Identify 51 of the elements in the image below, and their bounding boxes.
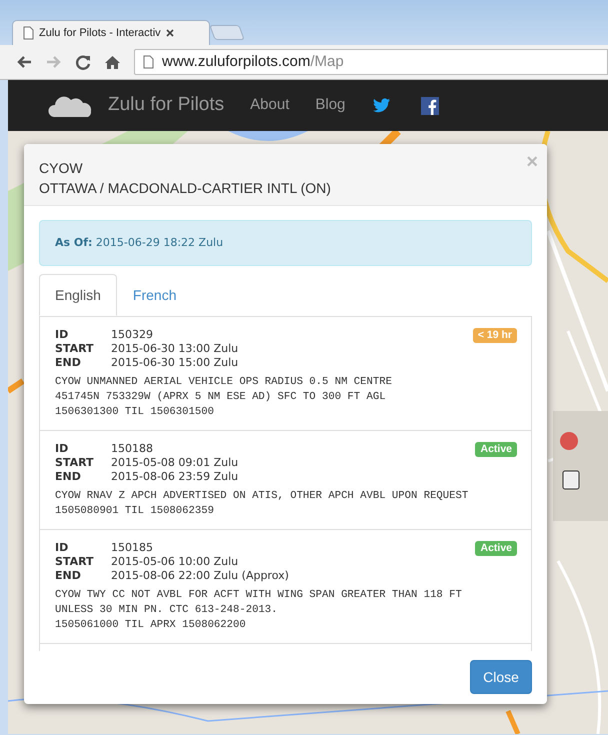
notam-text: UNLESS 30 MIN PN. CTC 613-248-2013. xyxy=(55,603,279,618)
nav-link[interactable]: About xyxy=(250,94,290,117)
airport-name: OTTAWA / MACDONALD-CARTIER INTL (ON) xyxy=(39,179,332,198)
field-label: START xyxy=(55,555,95,568)
alert-text: As Of: 2015-06-29 18:22 Zulu xyxy=(55,234,224,251)
field-label: END xyxy=(55,569,82,582)
language-tab[interactable]: French xyxy=(116,274,192,316)
brand-name[interactable]: Zulu for Pilots xyxy=(108,91,224,120)
page-icon xyxy=(23,26,34,40)
field-value: 2015-05-08 09:01 Zulu xyxy=(111,456,238,469)
field-value: 2015-08-06 22:00 Zulu (Approx) xyxy=(111,569,289,582)
field-label: ID xyxy=(55,442,70,455)
notam-text: CYOW TWY CC NOT AVBL FOR ACFT WITH WING SPAN GREATER THAN 118 FT xyxy=(55,588,463,603)
notam-text: 1506301300 TIL 1506301500 xyxy=(55,405,215,420)
browser-tab[interactable]: Zulu for Pilots - Interactiv xyxy=(12,20,210,45)
notam-text: CYOW RNAV Z APCH ADVERTISED ON ATIS, OTHER APCH AVBL UPON REQUEST xyxy=(55,489,470,504)
nav-link[interactable]: Blog xyxy=(315,94,346,117)
f-logo-icon[interactable] xyxy=(421,96,440,114)
field-value: 2015-08-06 23:59 Zulu xyxy=(111,470,238,483)
language-tab[interactable]: English xyxy=(39,274,117,316)
cloud-logo-icon xyxy=(48,94,94,118)
field-label: END xyxy=(55,470,82,483)
notam-text: CYOW UNMANNED AERIAL VEHICLE OPS RADIUS 0.5 NM CENTRE xyxy=(55,375,393,390)
field-label: END xyxy=(55,356,82,369)
close-button[interactable]: Close xyxy=(470,660,532,694)
address-bar[interactable]: www.zuluforpilots.com/Map xyxy=(134,49,608,75)
field-value: 2015-06-30 15:00 Zulu xyxy=(111,356,238,369)
notam-text: 1505080901 TIL 1508062359 xyxy=(55,504,215,519)
field-value: 150185 xyxy=(111,541,153,554)
close-icon[interactable] xyxy=(166,29,174,37)
home-icon[interactable] xyxy=(105,54,120,70)
tab-title: Zulu for Pilots - Interactiv xyxy=(39,26,161,41)
field-label: ID xyxy=(55,328,70,341)
url-text: www.zuluforpilots.com/Map xyxy=(162,52,344,72)
field-label: START xyxy=(55,456,95,469)
field-value: 2015-06-30 13:00 Zulu xyxy=(111,342,238,355)
notam-text: 451745N 753329W (APRX 5 NM ESE AD) SFC TO 300 FT AGL xyxy=(55,390,387,405)
back-icon[interactable] xyxy=(16,55,32,69)
field-label: ID xyxy=(55,541,70,554)
notam-text: 1505061000 TIL APRX 1508062200 xyxy=(55,618,247,633)
page-icon xyxy=(143,55,154,69)
status-badge: < 19 hr xyxy=(472,328,517,343)
reload-icon[interactable] xyxy=(76,54,91,70)
field-value: 150188 xyxy=(111,442,153,455)
field-label: START xyxy=(55,342,95,355)
field-value: 2015-05-06 10:00 Zulu xyxy=(111,555,238,568)
status-badge: Active xyxy=(475,541,517,556)
airport-code: CYOW xyxy=(39,159,84,178)
bird-icon[interactable] xyxy=(373,98,392,113)
field-value: 150329 xyxy=(111,328,153,341)
status-badge: Active xyxy=(475,442,517,457)
